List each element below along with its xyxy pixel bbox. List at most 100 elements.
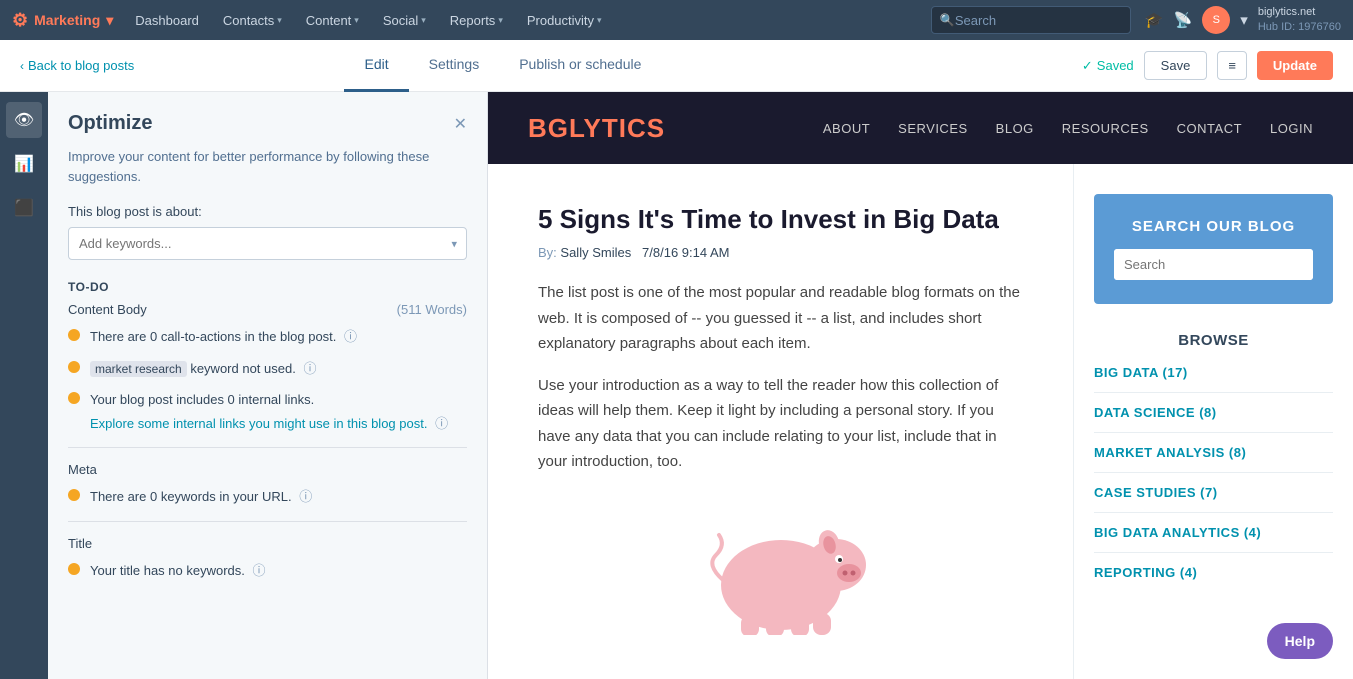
warning-dot-icon [68,329,80,341]
nav-productivity[interactable]: Productivity ▾ [517,0,612,40]
notifications-icon[interactable]: 📡 [1174,11,1193,29]
post-paragraph-2: Use your introduction as a way to tell t… [538,373,1023,475]
icon-sidebar: 👁 📊 ⬛ [0,92,48,679]
keyword-input[interactable] [68,227,467,260]
main-layout: 👁 📊 ⬛ Optimize ✕ Improve your content fo… [0,92,1353,679]
panel-header: Optimize ✕ [68,112,467,135]
internal-links-explore-link[interactable]: Explore some internal links you might us… [90,416,427,431]
global-search-box[interactable]: 🔍 [931,6,1131,34]
post-paragraph-1: The list post is one of the most popular… [538,280,1023,357]
nav-icons-group: 🎓 📡 S ▾ biglytics.net Hub ID: 1976760 [1145,5,1341,36]
todo-item-title-keywords: Your title has no keywords. ⓘ [68,561,467,581]
sprocket-icon: ⚙ [12,10,28,31]
account-hub-id: Hub ID: 1976760 [1258,20,1341,35]
keyword-dropdown-arrow-icon: ▾ [451,237,457,250]
help-button[interactable]: Help [1267,623,1333,659]
checkmark-icon: ✓ [1082,58,1093,74]
academy-icon[interactable]: 🎓 [1145,11,1164,29]
nav-content[interactable]: Content ▾ [296,0,369,40]
global-search-input[interactable] [955,13,1122,28]
browse-item-big-data[interactable]: BIG DATA (17) [1094,365,1333,393]
title-label: Title [68,536,92,551]
blog-search-button[interactable]: 🔍 [1310,249,1313,280]
social-chevron-icon: ▾ [421,15,426,26]
editor-actions: ✓ Saved Save ≡ Update [1082,51,1333,80]
post-body: The list post is one of the most popular… [538,280,1023,475]
info-icon-links[interactable]: ⓘ [435,416,448,431]
saved-status: ✓ Saved [1082,58,1134,74]
back-to-blog-posts-link[interactable]: ‹ Back to blog posts [20,58,134,73]
panel-description: Improve your content for better performa… [68,147,467,186]
close-button[interactable]: ✕ [454,114,467,134]
browse-item-case-studies[interactable]: CASE STUDIES (7) [1094,485,1333,513]
update-button[interactable]: Update [1257,51,1333,80]
editor-tabs: Edit Settings Publish or schedule [344,40,661,92]
site-nav-blog[interactable]: BLOG [996,121,1034,136]
content-body-section: Content Body (511 Words) [68,302,467,317]
account-chevron-icon[interactable]: ▾ [1240,11,1248,29]
todo-item-url: There are 0 keywords in your URL. ⓘ [68,487,467,507]
blog-content: 5 Signs It's Time to Invest in Big Data … [488,164,1353,679]
info-icon-keyword[interactable]: ⓘ [303,361,316,376]
search-icon: 🔍 [940,13,955,27]
logo-text-rest: LYTICS [569,113,665,143]
site-nav-about[interactable]: ABOUT [823,121,870,136]
productivity-chevron-icon: ▾ [597,15,602,26]
todo-text-keyword: market research keyword not used. ⓘ [90,359,316,379]
warning-dot-links-icon [68,392,80,404]
warning-dot-keyword-icon [68,361,80,373]
list-view-button[interactable]: ≡ [1217,51,1247,80]
optimize-icon-button[interactable]: 👁 [6,102,42,138]
keyword-input-wrapper[interactable]: ▾ [68,227,467,260]
info-icon-cta[interactable]: ⓘ [344,329,357,344]
editor-bar: ‹ Back to blog posts Edit Settings Publi… [0,40,1353,92]
search-widget-input-wrap[interactable]: 🔍 [1114,249,1313,280]
browse-item-data-science[interactable]: DATA SCIENCE (8) [1094,405,1333,433]
pig-svg [691,505,871,635]
components-icon-button[interactable]: ⬛ [6,190,42,226]
optimize-panel: Optimize ✕ Improve your content for bett… [48,92,488,679]
todo-header: TO-DO [68,280,467,294]
info-icon-url[interactable]: ⓘ [299,489,312,504]
content-area: BGLYTICS ABOUT SERVICES BLOG RESOURCES C… [488,92,1353,679]
tab-settings[interactable]: Settings [409,40,500,92]
site-nav-services[interactable]: SERVICES [898,121,968,136]
blog-search-input[interactable] [1114,249,1310,280]
reports-chevron-icon: ▾ [498,15,503,26]
website-logo: BGLYTICS [528,113,665,144]
site-nav-login[interactable]: LOGIN [1270,121,1313,136]
todo-text-cta: There are 0 call-to-actions in the blog … [90,327,357,347]
nav-contacts[interactable]: Contacts ▾ [213,0,292,40]
website-nav: BGLYTICS ABOUT SERVICES BLOG RESOURCES C… [488,92,1353,164]
browse-title: BROWSE [1094,332,1333,349]
post-meta: By: Sally Smiles 7/8/16 9:14 AM [538,245,1023,260]
post-author: Sally Smiles [560,245,631,260]
browse-item-reporting[interactable]: REPORTING (4) [1094,565,1333,592]
info-icon-title[interactable]: ⓘ [253,563,266,578]
keyword-badge: market research [90,361,187,377]
brand-logo[interactable]: ⚙ Marketing ▾ [12,10,113,31]
search-widget-title: SEARCH OUR BLOG [1114,218,1313,235]
browse-item-market-analysis[interactable]: MARKET ANALYSIS (8) [1094,445,1333,473]
contacts-chevron-icon: ▾ [277,15,282,26]
site-nav-contact[interactable]: CONTACT [1177,121,1242,136]
brand-chevron-icon: ▾ [106,12,113,29]
save-button[interactable]: Save [1144,51,1208,80]
nav-reports[interactable]: Reports ▾ [440,0,513,40]
tab-edit[interactable]: Edit [344,40,408,92]
search-widget: SEARCH OUR BLOG 🔍 [1094,194,1333,304]
browse-item-big-data-analytics[interactable]: BIG DATA ANALYTICS (4) [1094,525,1333,553]
logo-g-icon: G [548,113,569,143]
analytics-icon-button[interactable]: 📊 [6,146,42,182]
pig-illustration [681,495,881,645]
site-nav-resources[interactable]: RESOURCES [1062,121,1149,136]
nav-dashboard[interactable]: Dashboard [125,0,209,40]
nav-social[interactable]: Social ▾ [373,0,436,40]
warning-dot-title-icon [68,563,80,575]
top-navigation: ⚙ Marketing ▾ Dashboard Contacts ▾ Conte… [0,0,1353,40]
account-info[interactable]: biglytics.net Hub ID: 1976760 [1258,5,1341,36]
tab-publish[interactable]: Publish or schedule [499,40,661,92]
todo-item-keyword: market research keyword not used. ⓘ [68,359,467,379]
blog-main: 5 Signs It's Time to Invest in Big Data … [488,164,1073,679]
user-avatar[interactable]: S [1202,6,1230,34]
